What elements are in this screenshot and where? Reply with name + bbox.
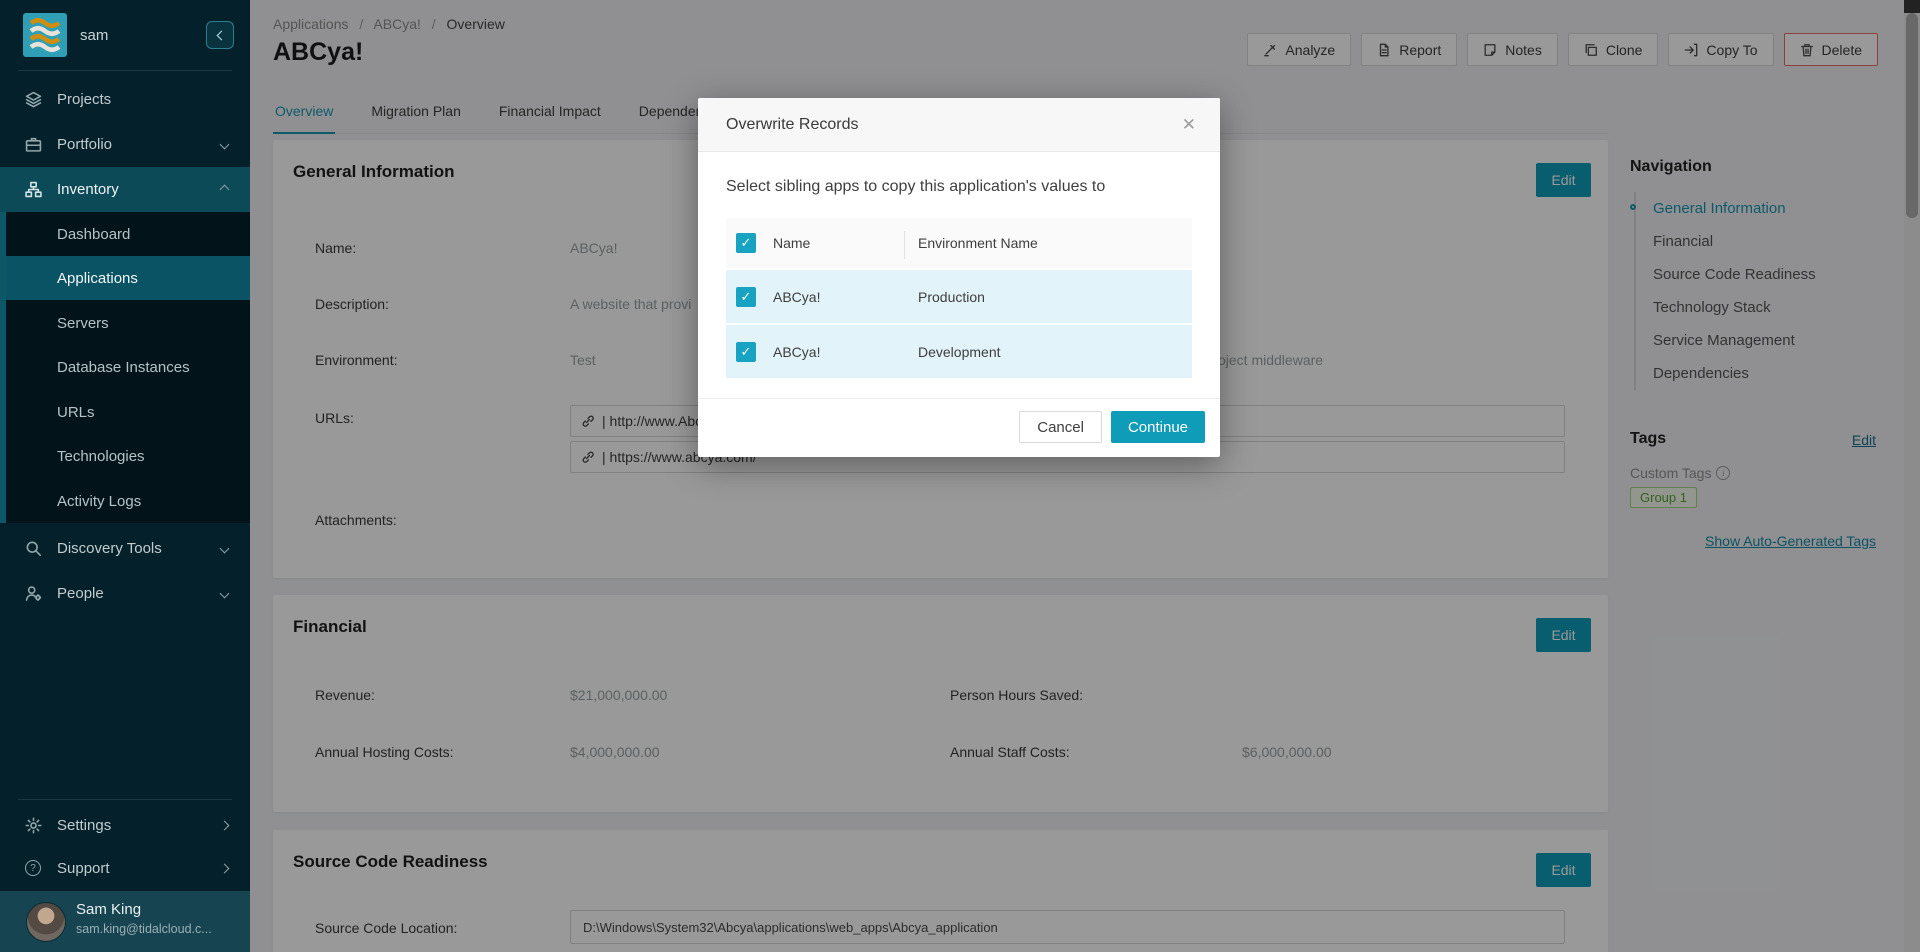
sidebar-item-activity-logs[interactable]: Activity Logs [6, 479, 250, 523]
hierarchy-icon [25, 181, 42, 198]
user-name: Sam King [76, 901, 141, 918]
modal-body: Select sibling apps to copy this applica… [698, 152, 1220, 398]
sub-item-label: Dashboard [57, 226, 130, 243]
check-glyph: ✓ [741, 289, 752, 305]
chevron-down-icon [220, 140, 230, 150]
table-row[interactable]: ✓ ABCya! Production [726, 270, 1192, 323]
row-environment: Development [918, 344, 1192, 360]
row-checkbox[interactable]: ✓ [736, 342, 756, 362]
cancel-button[interactable]: Cancel [1019, 411, 1102, 443]
row-name: ABCya! [773, 289, 918, 305]
search-icon [25, 540, 42, 557]
close-icon[interactable]: ✕ [1182, 116, 1196, 133]
user-gear-icon [25, 585, 42, 602]
sub-item-label: Applications [57, 270, 138, 287]
sidebar-item-projects[interactable]: Projects [0, 77, 250, 122]
sidebar-item-label: People [57, 585, 104, 602]
row-checkbox[interactable]: ✓ [736, 287, 756, 307]
sidebar-item-label: Inventory [57, 181, 119, 198]
check-glyph: ✓ [741, 344, 752, 360]
sidebar-item-label: Portfolio [57, 136, 112, 153]
sidebar-item-dashboard[interactable]: Dashboard [6, 212, 250, 256]
layers-icon [25, 91, 42, 108]
column-header-name: Name [773, 235, 918, 251]
sidebar-collapse-button[interactable] [206, 21, 234, 49]
sub-item-label: Servers [57, 315, 109, 332]
sidebar-divider [18, 799, 232, 800]
table-row[interactable]: ✓ ABCya! Development [726, 325, 1192, 378]
chevron-right-icon [220, 820, 230, 830]
sidebar-item-applications[interactable]: Applications [6, 256, 250, 300]
check-glyph: ✓ [741, 235, 752, 251]
sidebar-item-support[interactable]: ? Support [0, 849, 250, 887]
sidebar-item-label: Discovery Tools [57, 540, 162, 557]
tidal-logo[interactable] [23, 13, 67, 57]
chevron-right-icon [220, 863, 230, 873]
inventory-submenu: Dashboard Applications Servers Database … [0, 212, 250, 523]
collapse-left-icon [217, 30, 227, 40]
sidebar-item-portfolio[interactable]: Portfolio [0, 122, 250, 167]
workspace-name: sam [80, 27, 108, 44]
gear-icon [25, 817, 42, 834]
sub-item-label: Database Instances [57, 359, 190, 376]
briefcase-icon [25, 136, 42, 153]
sidebar-item-people[interactable]: People [0, 571, 250, 616]
user-profile[interactable]: Sam King sam.king@tidalcloud.c... [0, 891, 250, 952]
table-header-row: ✓ Name Environment Name [726, 218, 1192, 268]
sidebar-item-label: Support [57, 860, 110, 877]
select-all-checkbox[interactable]: ✓ [736, 233, 756, 253]
workspace-header: sam [0, 0, 250, 70]
sidebar-item-label: Projects [57, 91, 111, 108]
continue-button[interactable]: Continue [1111, 411, 1205, 443]
sidebar: sam Projects Portfolio Inventory Dashboa… [0, 0, 250, 952]
question-circle-icon: ? [25, 860, 41, 876]
avatar [26, 902, 66, 942]
sibling-apps-table: ✓ Name Environment Name ✓ ABCya! Product… [726, 218, 1192, 378]
sub-item-label: Activity Logs [57, 493, 141, 510]
sidebar-divider [18, 70, 232, 71]
sub-item-label: URLs [57, 404, 95, 421]
row-name: ABCya! [773, 344, 918, 360]
sidebar-item-label: Settings [57, 817, 111, 834]
sub-item-label: Technologies [57, 448, 145, 465]
overwrite-records-modal: Overwrite Records ✕ Select sibling apps … [698, 98, 1220, 457]
sidebar-item-discovery-tools[interactable]: Discovery Tools [0, 526, 250, 571]
sidebar-item-servers[interactable]: Servers [6, 301, 250, 345]
user-email: sam.king@tidalcloud.c... [76, 922, 212, 936]
column-header-environment: Environment Name [918, 235, 1192, 251]
sidebar-item-urls[interactable]: URLs [6, 390, 250, 434]
modal-header: Overwrite Records ✕ [698, 98, 1220, 152]
chevron-down-icon [220, 544, 230, 554]
modal-footer: Cancel Continue [698, 398, 1220, 457]
sidebar-item-inventory[interactable]: Inventory [0, 167, 250, 212]
chevron-up-icon [220, 185, 230, 195]
sidebar-item-technologies[interactable]: Technologies [6, 434, 250, 478]
question-glyph: ? [30, 863, 36, 874]
modal-subtitle: Select sibling apps to copy this applica… [726, 178, 1192, 196]
sidebar-item-settings[interactable]: Settings [0, 806, 250, 844]
row-environment: Production [918, 289, 1192, 305]
chevron-down-icon [220, 589, 230, 599]
modal-title: Overwrite Records [726, 116, 1182, 134]
sidebar-item-database-instances[interactable]: Database Instances [6, 345, 250, 389]
